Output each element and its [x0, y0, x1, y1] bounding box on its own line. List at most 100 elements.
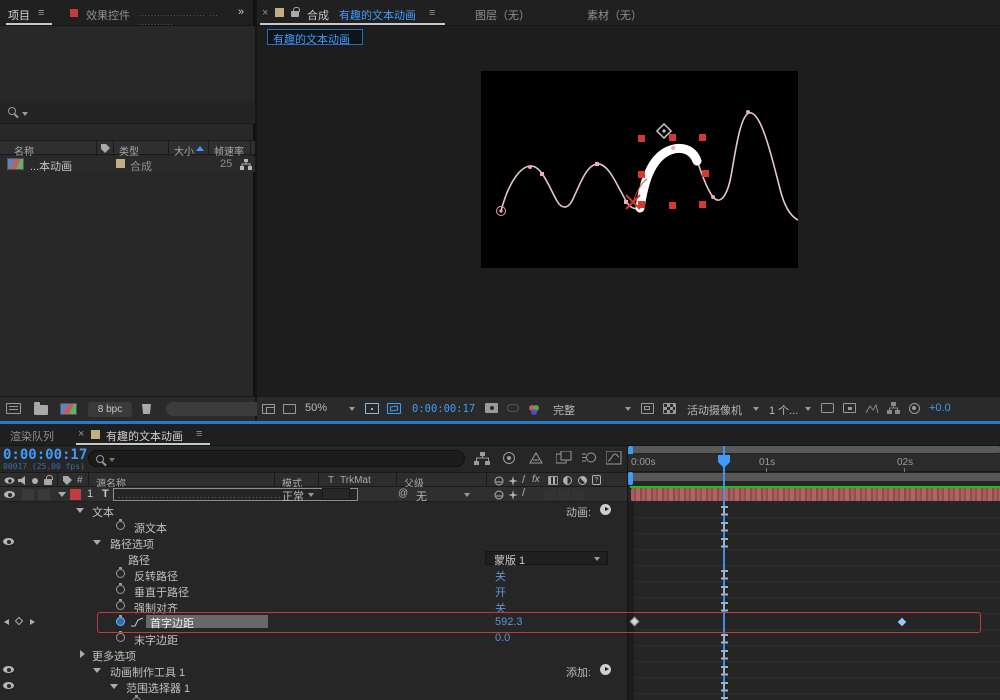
parent-pickwhip-icon[interactable]: @: [398, 488, 408, 499]
tab-layer[interactable]: 图层（无）: [475, 7, 530, 23]
stopwatch-icon[interactable]: [116, 585, 125, 594]
lock-toggle-cell[interactable]: [38, 489, 50, 500]
path-vertex[interactable]: [540, 172, 544, 176]
mask-visibility-icon[interactable]: [387, 403, 401, 414]
layer-row[interactable]: 1 T ....................................…: [0, 487, 627, 502]
stopwatch-icon[interactable]: [116, 633, 125, 642]
composition-mini-flowchart-icon[interactable]: [474, 452, 490, 465]
transparency-grid-icon[interactable]: [663, 403, 676, 414]
property-row-perpendicular[interactable]: 垂直于路径 开: [0, 582, 627, 598]
item-name[interactable]: ...本动画: [30, 158, 72, 174]
layer-switch-cell[interactable]: [572, 489, 584, 500]
switch-adjustment-icon[interactable]: [578, 476, 587, 485]
region-of-interest-icon[interactable]: [641, 403, 654, 414]
composition-canvas[interactable]: [481, 71, 798, 268]
layer-shy-icon[interactable]: [494, 490, 504, 500]
trash-icon[interactable]: [142, 404, 151, 414]
always-preview-icon[interactable]: [262, 404, 275, 414]
frame-blending-icon[interactable]: [556, 451, 572, 464]
twirl-closed-icon[interactable]: [80, 650, 85, 658]
timeline-tab-close-icon[interactable]: ×: [78, 428, 84, 440]
property-row-reverse-path[interactable]: 反转路径 关: [0, 566, 627, 582]
resolution-caret-icon[interactable]: [625, 407, 631, 411]
layer-collapse-icon[interactable]: [508, 490, 518, 500]
camera-caret-icon[interactable]: [753, 407, 759, 411]
tab-active-composition[interactable]: 有趣的文本动画: [106, 428, 183, 444]
solo-column-icon[interactable]: [32, 478, 38, 484]
viewer-tab-menu-icon[interactable]: ≡: [429, 7, 435, 19]
first-margin-value[interactable]: 592.3: [495, 616, 523, 628]
shared-view-icon[interactable]: [821, 403, 834, 413]
layer-switch-cell[interactable]: [544, 489, 556, 500]
stopwatch-icon[interactable]: [116, 601, 125, 610]
magnification-value[interactable]: 50%: [305, 402, 327, 414]
tab-composition-name[interactable]: 有趣的文本动画: [339, 7, 416, 23]
footer-search-pill[interactable]: [166, 402, 266, 416]
timeline-search-field[interactable]: [88, 450, 465, 467]
layer-duration-bar[interactable]: [631, 488, 1000, 501]
column-trkmat[interactable]: TrkMat: [340, 475, 371, 486]
label-column-tag-icon[interactable]: [63, 476, 72, 485]
view-layout-value[interactable]: 1 个...: [769, 402, 798, 418]
work-area-start-handle[interactable]: [628, 472, 633, 485]
audio-toggle-cell[interactable]: [22, 489, 34, 500]
switch-quality-icon[interactable]: /: [522, 474, 525, 486]
tab-composition-label[interactable]: 合成: [307, 7, 329, 23]
add-menu-icon[interactable]: [600, 664, 611, 675]
tab-effect-controls[interactable]: 效果控件: [86, 7, 130, 23]
property-row-last-margin[interactable]: 末字边距 0.0: [0, 630, 627, 646]
search-options-caret-icon[interactable]: [22, 112, 28, 116]
composition-mini-tab[interactable]: 有趣的文本动画: [267, 29, 363, 45]
bit-depth-button[interactable]: 8 bpc: [88, 402, 132, 417]
path-vertex[interactable]: [595, 162, 599, 166]
project-item-row[interactable]: ...本动画 合成 25: [0, 156, 255, 172]
property-row-path-options[interactable]: 路径选项: [0, 534, 627, 550]
motion-blur-icon[interactable]: [582, 451, 597, 464]
layer-twirl-open-icon[interactable]: [58, 492, 66, 497]
tab-close-icon[interactable]: ×: [262, 7, 268, 19]
graph-override-icon[interactable]: [131, 617, 144, 627]
column-trkmat-t[interactable]: T: [328, 475, 334, 486]
previous-keyframe-icon[interactable]: [4, 619, 9, 625]
view-layout-caret-icon[interactable]: [805, 407, 811, 411]
switch-fx-icon[interactable]: fx: [532, 474, 540, 485]
next-keyframe-icon[interactable]: [30, 619, 35, 625]
exposure-value[interactable]: +0.0: [929, 402, 951, 414]
tab-footage[interactable]: 素材（无）: [587, 7, 642, 23]
snapshot-camera-icon[interactable]: [485, 403, 498, 413]
last-margin-value[interactable]: 0.0: [495, 632, 510, 644]
viewer-timecode[interactable]: 0:00:00:17: [412, 403, 475, 415]
time-ruler[interactable]: 0:00s 01s 02s: [628, 454, 1000, 472]
new-composition-icon[interactable]: [60, 403, 77, 415]
switch-frame-blend-icon[interactable]: [548, 476, 558, 485]
switch-3d-icon[interactable]: ?: [592, 475, 601, 485]
trkmat-cell[interactable]: [322, 488, 350, 500]
eye-icon[interactable]: [3, 538, 14, 545]
audio-column-speaker-icon[interactable]: [18, 476, 28, 485]
tab-render-queue[interactable]: 渲染队列: [10, 428, 54, 444]
time-navigator-bar[interactable]: [628, 446, 1000, 453]
twirl-open-icon[interactable]: [76, 508, 84, 513]
project-search-bar[interactable]: [0, 100, 255, 124]
switch-shy-icon[interactable]: [494, 476, 504, 486]
layer-quality-icon[interactable]: /: [522, 487, 525, 499]
property-row-path[interactable]: 路径 蒙版 1: [0, 550, 627, 566]
grid-guides-icon[interactable]: [365, 403, 379, 414]
video-column-eye-icon[interactable]: [5, 477, 15, 483]
twirl-open-icon[interactable]: [93, 540, 101, 545]
graph-editor-icon[interactable]: [606, 451, 622, 465]
interpret-footage-icon[interactable]: [6, 403, 21, 414]
panel-overflow-icon[interactable]: »: [238, 6, 244, 18]
current-timecode[interactable]: 0:00:00:17: [3, 447, 87, 463]
magnification-caret-icon[interactable]: [349, 407, 355, 411]
eye-icon[interactable]: [3, 666, 14, 673]
tab-project[interactable]: 项目: [8, 7, 30, 23]
index-column-hash[interactable]: #: [77, 475, 83, 486]
path-vertex[interactable]: [624, 200, 628, 204]
pixel-aspect-icon[interactable]: [865, 403, 879, 414]
sort-arrow-icon[interactable]: [196, 146, 204, 151]
selected-property-chip[interactable]: 首字边距: [146, 615, 268, 628]
timeline-track-area[interactable]: 0:00s 01s 02s: [627, 446, 1000, 700]
monitor-icon[interactable]: [283, 404, 296, 414]
add-keyframe-diamond-icon[interactable]: [15, 617, 23, 625]
